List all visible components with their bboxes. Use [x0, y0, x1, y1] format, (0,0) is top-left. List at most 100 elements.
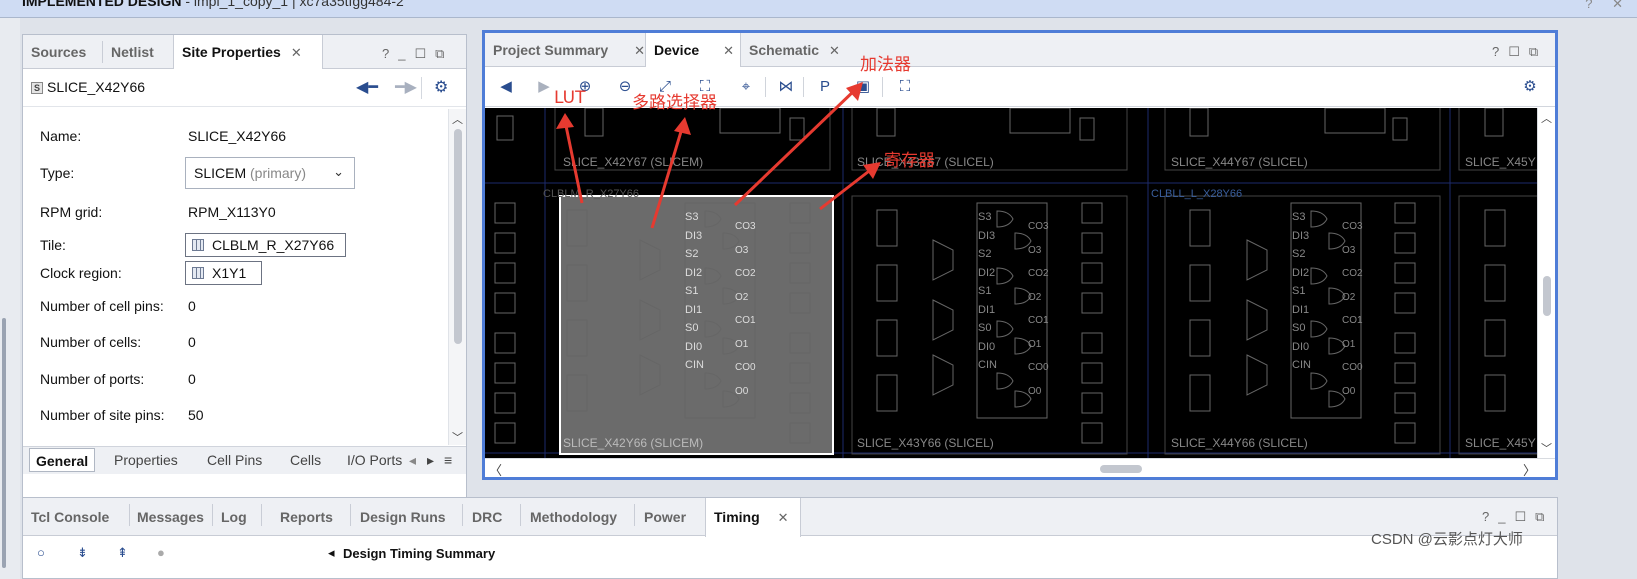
forward-arrow-icon[interactable]: ━▶	[395, 77, 417, 97]
panel-window-controls: ? _ ☐ ⧉	[373, 35, 444, 69]
site-name: SLICE_X42Y66	[47, 79, 146, 95]
tab-design-runs[interactable]: Design Runs	[352, 498, 462, 536]
right-edge	[1560, 18, 1637, 579]
properties-bottom-tabs: General Properties Cell Pins Cells I/O P…	[23, 446, 466, 474]
tab-site-properties[interactable]: Site Properties ✕	[173, 35, 323, 70]
search-icon[interactable]: ○	[37, 545, 45, 560]
site-icon: S	[31, 82, 43, 94]
minimize-icon[interactable]: _	[398, 35, 405, 73]
prop-value-rpm-grid: RPM_X113Y0	[188, 204, 276, 220]
device-panel: Project Summary ✕ Device ✕ Schematic ✕ ? ☐ ⧉ …	[482, 30, 1558, 480]
clock-region-link[interactable]: X1Y1	[185, 261, 262, 285]
scroll-right-icon[interactable]: 〉	[1523, 460, 1536, 479]
collapse-all-icon[interactable]: ⇟	[77, 545, 88, 561]
tab-cell-pins[interactable]: Cell Pins	[207, 452, 262, 468]
tile-icon	[192, 239, 204, 251]
panel-window-controls: ? _ ☐ ⧉	[1473, 498, 1544, 532]
prop-label-tile: Tile:	[40, 237, 66, 253]
design-timing-summary-title: Design Timing Summary	[343, 546, 496, 561]
gear-icon[interactable]: ⚙	[434, 77, 448, 97]
clock-region-link-text: X1Y1	[212, 265, 247, 281]
maximize-icon[interactable]: ☐	[414, 35, 426, 73]
prop-label-cell-pins: Number of cell pins:	[40, 298, 164, 314]
expand-all-icon[interactable]: ⇞	[117, 545, 128, 561]
tab-divider	[520, 504, 521, 526]
window-titlebar: IMPLEMENTED DESIGN - impl_1_copy_1 | xc7…	[0, 0, 1637, 18]
close-tab-icon[interactable]: ✕	[291, 45, 302, 60]
window-title: IMPLEMENTED DESIGN - impl_1_copy_1 | xc7…	[22, 0, 404, 9]
prop-value-cells: 0	[188, 334, 196, 350]
close-tab-icon[interactable]: ✕	[778, 510, 789, 525]
prop-value-ports: 0	[188, 371, 196, 387]
prop-value-site-pins: 50	[188, 407, 204, 423]
tab-log[interactable]: Log	[213, 498, 261, 536]
chevron-down-icon: ⌄	[333, 164, 344, 179]
tab-netlist[interactable]: Netlist	[103, 35, 173, 69]
prop-label-cells: Number of cells:	[40, 334, 142, 350]
left-edge	[0, 18, 20, 579]
site-properties-panel: Sources Netlist Site Properties ✕ ? _ ☐ ⧉ S …	[22, 34, 467, 498]
device-vertical-scrollbar[interactable]: ︿ ﹀	[1537, 108, 1555, 458]
tab-divider	[261, 504, 262, 526]
scroll-down-icon[interactable]: ﹀	[1541, 440, 1552, 456]
annotation-mux: 多路选择器	[632, 93, 717, 113]
tab-power[interactable]: Power	[636, 498, 704, 536]
scroll-thumb[interactable]	[454, 129, 462, 344]
properties-scrollbar[interactable]: ︿ ﹀	[448, 109, 466, 445]
scroll-left-icon[interactable]: 〈	[489, 460, 502, 479]
tab-drc[interactable]: DRC	[464, 498, 520, 536]
tile-link[interactable]: CLBLM_R_X27Y66	[185, 233, 346, 257]
tab-divider	[350, 504, 351, 526]
tab-cells[interactable]: Cells	[290, 452, 321, 468]
tab-list-menu-icon[interactable]: ≡	[444, 452, 452, 468]
type-select-value: SLICEM	[194, 165, 247, 181]
back-arrow-icon[interactable]: ◀━	[356, 77, 378, 97]
tab-reports[interactable]: Reports	[272, 498, 350, 536]
float-icon[interactable]: ⧉	[1535, 498, 1544, 536]
tab-timing[interactable]: Timing ✕	[705, 498, 801, 537]
tab-methodology[interactable]: Methodology	[522, 498, 634, 536]
scroll-up-icon[interactable]: ︿	[1541, 110, 1552, 126]
prop-label-clock-region: Clock region:	[40, 265, 122, 281]
left-edge-scroll[interactable]	[2, 318, 6, 568]
scroll-up-icon[interactable]: ︿	[452, 111, 463, 127]
help-icon[interactable]: ?	[382, 35, 389, 73]
stop-icon[interactable]: ●	[157, 545, 165, 560]
scroll-thumb[interactable]	[1100, 465, 1142, 473]
scroll-thumb[interactable]	[1543, 276, 1551, 316]
toolbar-divider	[421, 77, 422, 99]
prop-label-type: Type:	[40, 165, 75, 181]
prop-value-name: SLICE_X42Y66	[188, 128, 287, 144]
tab-tcl-console[interactable]: Tcl Console	[23, 498, 129, 536]
type-select-sub: (primary)	[250, 165, 307, 181]
tab-divider	[462, 504, 463, 526]
clock-region-icon	[192, 267, 204, 279]
console-panel: Tcl Console Messages Log Reports Design …	[22, 497, 1558, 579]
prop-value-cell-pins: 0	[188, 298, 196, 314]
tab-divider	[634, 504, 635, 526]
site-header: S SLICE_X42Y66 ◀━ ━▶ ⚙	[23, 69, 466, 107]
prop-label-name: Name:	[40, 128, 82, 144]
float-icon[interactable]: ⧉	[435, 35, 444, 73]
tab-scroll-right-icon[interactable]: ▸	[427, 452, 434, 469]
tab-properties[interactable]: Properties	[114, 452, 178, 468]
annotation-register: 寄存器	[884, 151, 935, 171]
collapse-sidebar-icon[interactable]: ◂	[328, 545, 335, 561]
left-tabbar: Sources Netlist Site Properties ✕ ? _ ☐ ⧉	[23, 35, 466, 70]
tile-link-text: CLBLM_R_X27Y66	[212, 237, 335, 253]
device-horizontal-scrollbar[interactable]: 〈 〉	[485, 458, 1555, 479]
annotation-lut: LUT	[554, 88, 586, 108]
timing-toolbar: ○ ⇟ ⇞ ● ◂ Design Timing Summary	[23, 537, 1557, 579]
watermark: CSDN @云影点灯大师	[1371, 531, 1523, 548]
type-select[interactable]: SLICEM (primary) ⌄	[185, 157, 355, 189]
prop-label-site-pins: Number of site pins:	[40, 407, 165, 423]
tab-messages[interactable]: Messages	[129, 498, 212, 536]
tab-scroll-left-icon[interactable]: ◂	[409, 452, 416, 469]
console-tabbar: Tcl Console Messages Log Reports Design …	[23, 498, 1557, 537]
tab-sources[interactable]: Sources	[23, 35, 103, 69]
prop-label-rpm-grid: RPM grid:	[40, 204, 103, 220]
window-help-icon[interactable]: ? ✕	[1585, 0, 1631, 12]
scroll-down-icon[interactable]: ﹀	[452, 429, 463, 445]
tab-io-ports[interactable]: I/O Ports	[347, 452, 402, 468]
tab-general[interactable]: General	[29, 448, 96, 472]
